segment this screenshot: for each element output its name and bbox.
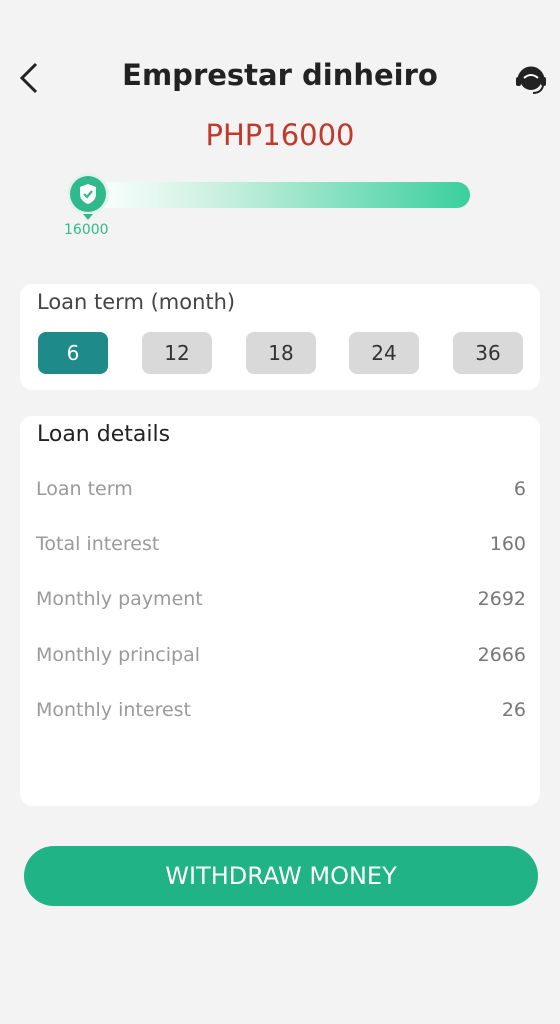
headset-icon [516, 66, 546, 94]
loan-details-title: Loan details [37, 422, 171, 447]
detail-value: 2692 [477, 588, 526, 610]
detail-value: 2666 [477, 644, 526, 666]
loan-details-card: Loan details Loan term 6 Total interest … [20, 416, 540, 806]
detail-value: 6 [513, 478, 526, 500]
page-title: Emprestar dinheiro [122, 58, 438, 92]
detail-label: Monthly principal [36, 644, 201, 666]
term-option-24[interactable]: 24 [349, 332, 419, 374]
term-option-6[interactable]: 6 [38, 332, 108, 374]
detail-row-monthly-principal: Monthly principal 2666 [36, 644, 526, 672]
loan-term-title: Loan term (month) [37, 290, 236, 314]
term-option-12[interactable]: 12 [142, 332, 212, 374]
withdraw-money-button[interactable]: WITHDRAW MONEY [24, 846, 538, 906]
shield-check-icon [80, 184, 96, 204]
detail-row-monthly-interest: Monthly interest 26 [36, 699, 526, 727]
detail-row-total-interest: Total interest 160 [36, 533, 526, 561]
term-option-18[interactable]: 18 [246, 332, 316, 374]
detail-label: Loan term [36, 478, 133, 500]
term-options: 6 12 18 24 36 [38, 332, 524, 374]
slider-value-label: 16000 [64, 222, 109, 238]
detail-value: 26 [501, 699, 526, 721]
term-option-36[interactable]: 36 [453, 332, 523, 374]
slider-handle[interactable] [70, 176, 106, 212]
detail-label: Monthly interest [36, 699, 192, 721]
detail-label: Monthly payment [36, 588, 203, 610]
detail-value: 160 [489, 533, 526, 555]
app-header: Emprestar dinheiro [0, 40, 560, 116]
detail-row-loan-term: Loan term 6 [36, 478, 526, 506]
detail-label: Total interest [36, 533, 160, 555]
loan-amount: PHP16000 [205, 118, 355, 152]
customer-support-button[interactable] [514, 62, 548, 96]
detail-row-monthly-payment: Monthly payment 2692 [36, 588, 526, 616]
amount-slider[interactable]: 16000 [64, 170, 470, 238]
loan-term-card: Loan term (month) 6 12 18 24 36 [20, 284, 540, 390]
slider-pointer [83, 214, 93, 220]
slider-track[interactable] [90, 182, 470, 208]
